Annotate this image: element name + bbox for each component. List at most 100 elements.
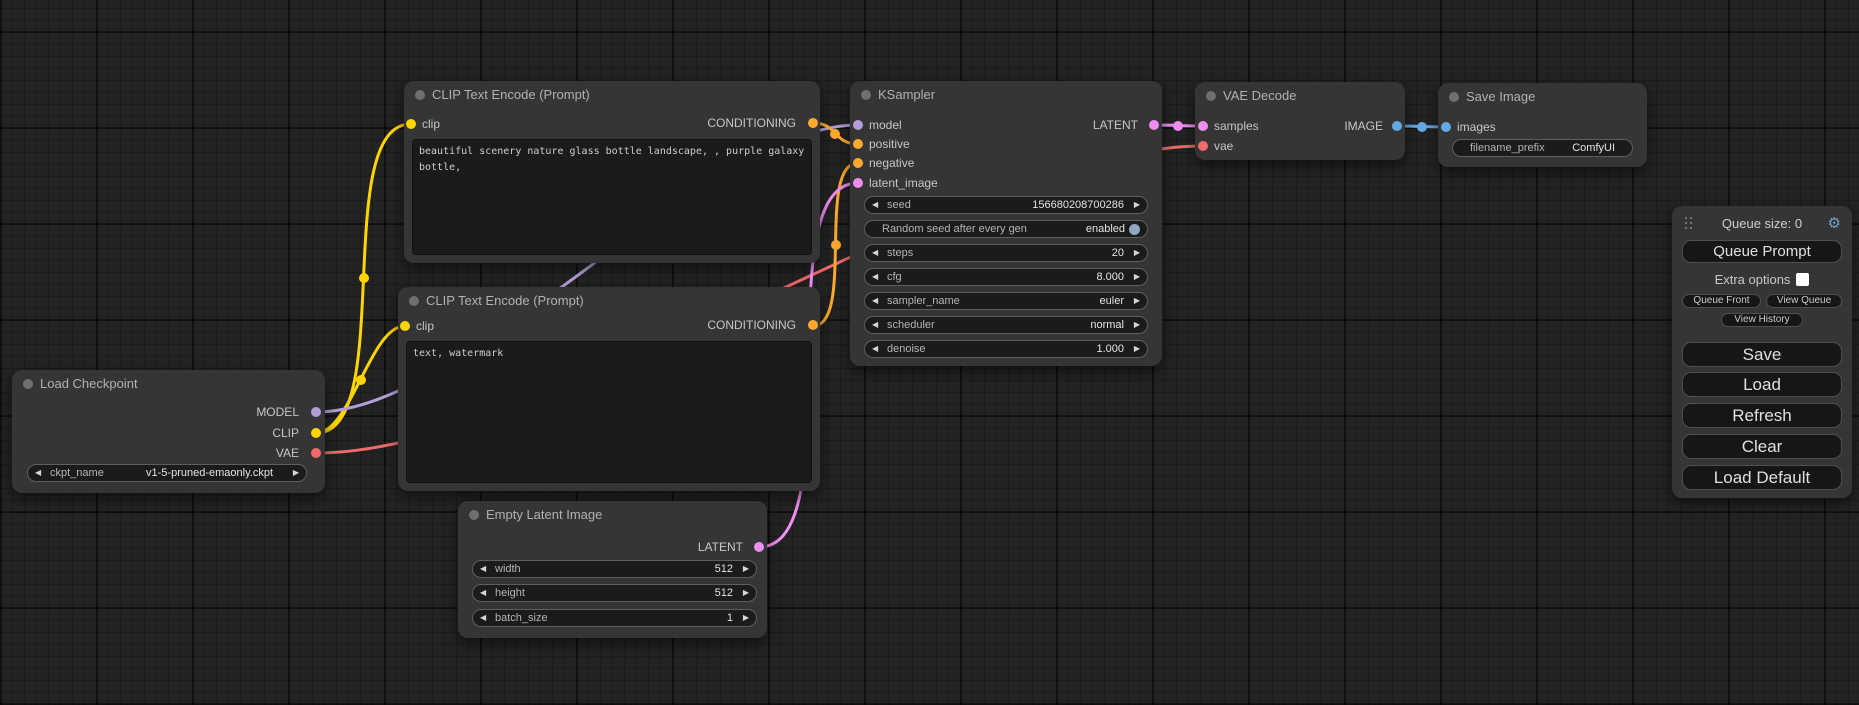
decrement-arrow-icon[interactable]: ◀ — [872, 245, 884, 261]
collapse-dot-icon[interactable] — [1449, 92, 1459, 102]
increment-arrow-icon[interactable]: ▶ — [1128, 293, 1140, 309]
prompt-textarea[interactable]: beautiful scenery nature glass bottle la… — [412, 139, 812, 255]
input-slot-clip[interactable] — [406, 119, 416, 129]
prompt-textarea[interactable]: text, watermark — [406, 341, 812, 483]
decrement-arrow-icon[interactable]: ◀ — [35, 465, 47, 481]
input-slot-vae[interactable] — [1198, 141, 1208, 151]
widget-seed[interactable]: ◀ seed 156680208700286 ▶ — [864, 196, 1148, 214]
node-save-image[interactable]: Save Image images filename_prefix ComfyU… — [1438, 83, 1647, 167]
decrement-arrow-icon[interactable]: ◀ — [872, 269, 884, 285]
node-title-bar[interactable]: VAE Decode — [1195, 82, 1405, 110]
input-slot-model[interactable] — [853, 120, 863, 130]
view-history-button[interactable]: View History — [1721, 313, 1803, 327]
clear-button[interactable]: Clear — [1682, 434, 1842, 459]
widget-value: 512 — [715, 587, 733, 599]
node-load-checkpoint[interactable]: Load Checkpoint MODEL CLIP VAE ◀ ckpt_na… — [12, 370, 325, 493]
node-title-bar[interactable]: CLIP Text Encode (Prompt) — [404, 81, 820, 109]
widget-value: 8.000 — [1096, 271, 1124, 283]
view-queue-button[interactable]: View Queue — [1766, 294, 1842, 308]
save-button[interactable]: Save — [1682, 342, 1842, 367]
increment-arrow-icon[interactable]: ▶ — [1128, 197, 1140, 213]
increment-arrow-icon[interactable]: ▶ — [737, 610, 749, 626]
node-title-bar[interactable]: KSampler — [850, 81, 1162, 109]
widget-width[interactable]: ◀ width 512 ▶ — [472, 560, 757, 578]
queue-front-button[interactable]: Queue Front — [1682, 294, 1761, 308]
output-slot-vae[interactable] — [311, 448, 321, 458]
refresh-button[interactable]: Refresh — [1682, 403, 1842, 428]
widget-height[interactable]: ◀ height 512 ▶ — [472, 584, 757, 602]
input-slot-positive[interactable] — [853, 139, 863, 149]
increment-arrow-icon[interactable]: ▶ — [287, 465, 299, 481]
output-slot-model[interactable] — [311, 407, 321, 417]
widget-steps[interactable]: ◀ steps 20 ▶ — [864, 244, 1148, 262]
node-title: Load Checkpoint — [40, 370, 138, 398]
collapse-dot-icon[interactable] — [415, 90, 425, 100]
queue-panel-header: Queue size: 0 ⚙ — [1672, 214, 1852, 234]
decrement-arrow-icon[interactable]: ◀ — [872, 317, 884, 333]
output-slot-conditioning[interactable] — [808, 118, 818, 128]
node-title-bar[interactable]: Load Checkpoint — [12, 370, 325, 398]
collapse-dot-icon[interactable] — [861, 90, 871, 100]
increment-arrow-icon[interactable]: ▶ — [1128, 317, 1140, 333]
output-slot-conditioning[interactable] — [808, 320, 818, 330]
node-empty-latent-image[interactable]: Empty Latent Image LATENT ◀ width 512 ▶ … — [458, 501, 767, 638]
output-label-latent: LATENT — [623, 540, 743, 554]
increment-arrow-icon[interactable]: ▶ — [737, 561, 749, 577]
settings-gear-icon[interactable]: ⚙ — [1828, 214, 1841, 234]
extra-options-checkbox[interactable] — [1796, 273, 1809, 286]
queue-menu-panel[interactable]: Queue size: 0 ⚙ Queue Prompt Extra optio… — [1672, 206, 1852, 498]
input-label-samples: samples — [1214, 119, 1259, 133]
load-button[interactable]: Load — [1682, 372, 1842, 397]
widget-filename-prefix[interactable]: filename_prefix ComfyUI — [1452, 139, 1633, 157]
widget-denoise[interactable]: ◀ denoise 1.000 ▶ — [864, 340, 1148, 358]
collapse-dot-icon[interactable] — [1206, 91, 1216, 101]
widget-ckpt-name[interactable]: ◀ ckpt_name v1-5-pruned-emaonly.ckpt ▶ — [27, 464, 307, 482]
load-default-button[interactable]: Load Default — [1682, 465, 1842, 490]
input-slot-samples[interactable] — [1198, 121, 1208, 131]
increment-arrow-icon[interactable]: ▶ — [737, 585, 749, 601]
increment-arrow-icon[interactable]: ▶ — [1128, 341, 1140, 357]
input-slot-clip[interactable] — [400, 321, 410, 331]
widget-batch-size[interactable]: ◀ batch_size 1 ▶ — [472, 609, 757, 627]
widget-sampler-name[interactable]: ◀ sampler_name euler ▶ — [864, 292, 1148, 310]
node-vae-decode[interactable]: VAE Decode samples vae IMAGE — [1195, 82, 1405, 160]
node-ksampler[interactable]: KSampler model positive negative latent_… — [850, 81, 1162, 366]
node-title: KSampler — [878, 81, 935, 109]
increment-arrow-icon[interactable]: ▶ — [1128, 269, 1140, 285]
collapse-dot-icon[interactable] — [469, 510, 479, 520]
node-clip-text-encode-negative[interactable]: CLIP Text Encode (Prompt) clip CONDITION… — [398, 287, 820, 491]
node-title-bar[interactable]: Empty Latent Image — [458, 501, 767, 529]
widget-cfg[interactable]: ◀ cfg 8.000 ▶ — [864, 268, 1148, 286]
input-label-negative: negative — [869, 156, 914, 170]
node-title-bar[interactable]: Save Image — [1438, 83, 1647, 111]
decrement-arrow-icon[interactable]: ◀ — [480, 610, 492, 626]
node-title: Save Image — [1466, 83, 1535, 111]
node-title-bar[interactable]: CLIP Text Encode (Prompt) — [398, 287, 820, 315]
decrement-arrow-icon[interactable]: ◀ — [480, 585, 492, 601]
widget-value: 1 — [727, 612, 733, 624]
decrement-arrow-icon[interactable]: ◀ — [872, 197, 884, 213]
increment-arrow-icon[interactable]: ▶ — [1128, 245, 1140, 261]
widget-label: denoise — [887, 343, 926, 355]
comfyui-canvas[interactable]: { "icons": { "arrow_left": "◀", "arrow_r… — [0, 0, 1859, 705]
output-slot-image[interactable] — [1392, 121, 1402, 131]
output-slot-clip[interactable] — [311, 428, 321, 438]
output-slot-latent[interactable] — [1149, 120, 1159, 130]
decrement-arrow-icon[interactable]: ◀ — [872, 293, 884, 309]
output-slot-latent[interactable] — [754, 542, 764, 552]
toggle-on-icon[interactable] — [1129, 224, 1140, 235]
widget-label: batch_size — [495, 612, 548, 624]
decrement-arrow-icon[interactable]: ◀ — [480, 561, 492, 577]
input-slot-latent-image[interactable] — [853, 178, 863, 188]
input-slot-images[interactable] — [1441, 122, 1451, 132]
queue-prompt-button[interactable]: Queue Prompt — [1682, 240, 1842, 263]
widget-label: cfg — [887, 271, 902, 283]
collapse-dot-icon[interactable] — [23, 379, 33, 389]
queue-size-label: Queue size: 0 — [1672, 214, 1852, 234]
widget-random-seed-toggle[interactable]: Random seed after every gen enabled — [864, 220, 1148, 238]
input-slot-negative[interactable] — [853, 158, 863, 168]
collapse-dot-icon[interactable] — [409, 296, 419, 306]
widget-scheduler[interactable]: ◀ scheduler normal ▶ — [864, 316, 1148, 334]
node-clip-text-encode-positive[interactable]: CLIP Text Encode (Prompt) clip CONDITION… — [404, 81, 820, 263]
decrement-arrow-icon[interactable]: ◀ — [872, 341, 884, 357]
